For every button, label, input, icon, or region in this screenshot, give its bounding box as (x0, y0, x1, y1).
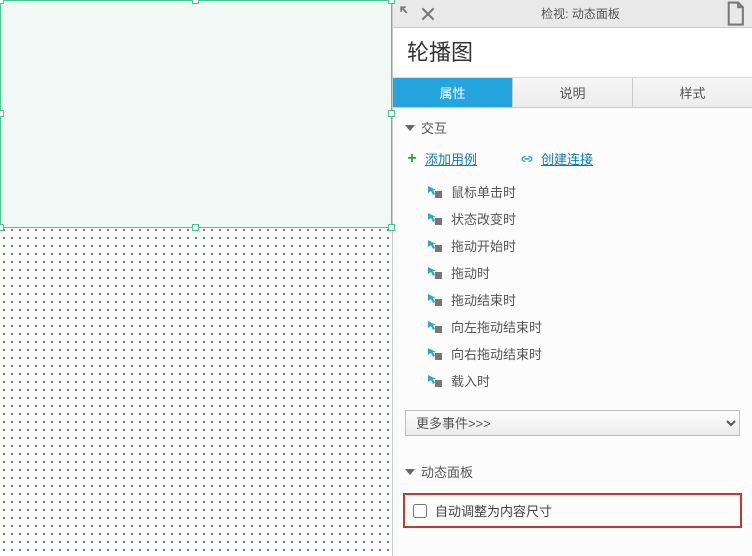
event-label: 载入时 (451, 371, 490, 390)
event-item[interactable]: 向左拖动结束时 (427, 313, 740, 340)
event-cursor-icon (427, 293, 443, 307)
resize-handle-se[interactable] (388, 224, 395, 231)
event-cursor-icon (427, 185, 443, 199)
event-cursor-icon (427, 266, 443, 280)
resize-handle-n[interactable] (192, 0, 199, 4)
event-cursor-icon (427, 239, 443, 253)
resize-handle-e[interactable] (388, 110, 395, 117)
event-cursor-icon (427, 212, 443, 226)
add-case-link[interactable]: 添加用例 (425, 149, 477, 168)
inspector-header: 检视: 动态面板 (393, 0, 752, 28)
event-item[interactable]: 拖动结束时 (427, 286, 740, 313)
event-label: 拖动时 (451, 263, 490, 282)
more-events-dropdown[interactable]: 更多事件>>> (405, 410, 740, 436)
chevron-down-icon (405, 125, 415, 131)
inspector-tabs: 属性 说明 样式 (393, 78, 752, 108)
fit-to-content-row[interactable]: 自动调整为内容尺寸 (403, 493, 742, 528)
link-icon (519, 153, 535, 165)
inspector-title-prefix: 检视: (541, 7, 568, 21)
resize-handle-ne[interactable] (388, 0, 395, 4)
widget-name-bar (393, 28, 752, 78)
event-label: 拖动结束时 (451, 290, 516, 309)
event-label: 状态改变时 (451, 209, 516, 228)
fit-to-content-checkbox[interactable] (413, 504, 427, 518)
close-icon[interactable] (419, 5, 437, 23)
chevron-down-icon (405, 469, 415, 475)
event-label: 鼠标单击时 (451, 182, 516, 201)
widget-name-input[interactable] (407, 38, 738, 64)
event-label: 向左拖动结束时 (451, 317, 542, 336)
page-icon[interactable] (724, 5, 746, 23)
event-item[interactable]: 状态改变时 (427, 205, 740, 232)
tab-style[interactable]: 样式 (633, 78, 752, 107)
inspector-title: 检视: 动态面板 (437, 5, 724, 22)
resize-handle-sw[interactable] (0, 224, 4, 231)
section-interactions-header[interactable]: 交互 (393, 108, 752, 143)
create-link-link[interactable]: 创建连接 (541, 149, 593, 168)
event-item[interactable]: 鼠标单击时 (427, 178, 740, 205)
event-item[interactable]: 向右拖动结束时 (427, 340, 740, 367)
inspector-title-object: 动态面板 (572, 7, 620, 21)
canvas-dot-grid (0, 226, 390, 556)
selected-widget[interactable] (0, 0, 392, 228)
section-interactions-label: 交互 (421, 118, 447, 137)
section-dynamic-panel-header[interactable]: 动态面板 (393, 452, 752, 487)
inspector-panel: 检视: 动态面板 属性 说明 样式 交互 + (392, 0, 752, 556)
event-label: 拖动开始时 (451, 236, 516, 255)
event-label: 向右拖动结束时 (451, 344, 542, 363)
event-list: 鼠标单击时 状态改变时 拖动开始时 拖动时 拖动结束时 (393, 178, 752, 402)
event-item[interactable]: 拖动时 (427, 259, 740, 286)
event-item[interactable]: 拖动开始时 (427, 232, 740, 259)
plus-icon: + (405, 152, 419, 166)
tab-properties[interactable]: 属性 (393, 78, 513, 107)
event-cursor-icon (427, 320, 443, 334)
resize-handle-s[interactable] (192, 224, 199, 231)
more-events-select[interactable]: 更多事件>>> (405, 410, 740, 436)
fit-to-content-label: 自动调整为内容尺寸 (435, 501, 552, 520)
event-cursor-icon (427, 374, 443, 388)
expand-icon[interactable] (399, 5, 417, 23)
event-item[interactable]: 载入时 (427, 367, 740, 394)
resize-handle-w[interactable] (0, 110, 4, 117)
resize-handle-nw[interactable] (0, 0, 4, 4)
event-cursor-icon (427, 347, 443, 361)
section-dynamic-panel-label: 动态面板 (421, 462, 473, 481)
inspector-body[interactable]: 交互 + 添加用例 创建连接 鼠标单击时 (393, 108, 752, 556)
tab-notes[interactable]: 说明 (513, 78, 633, 107)
canvas[interactable] (0, 0, 392, 556)
